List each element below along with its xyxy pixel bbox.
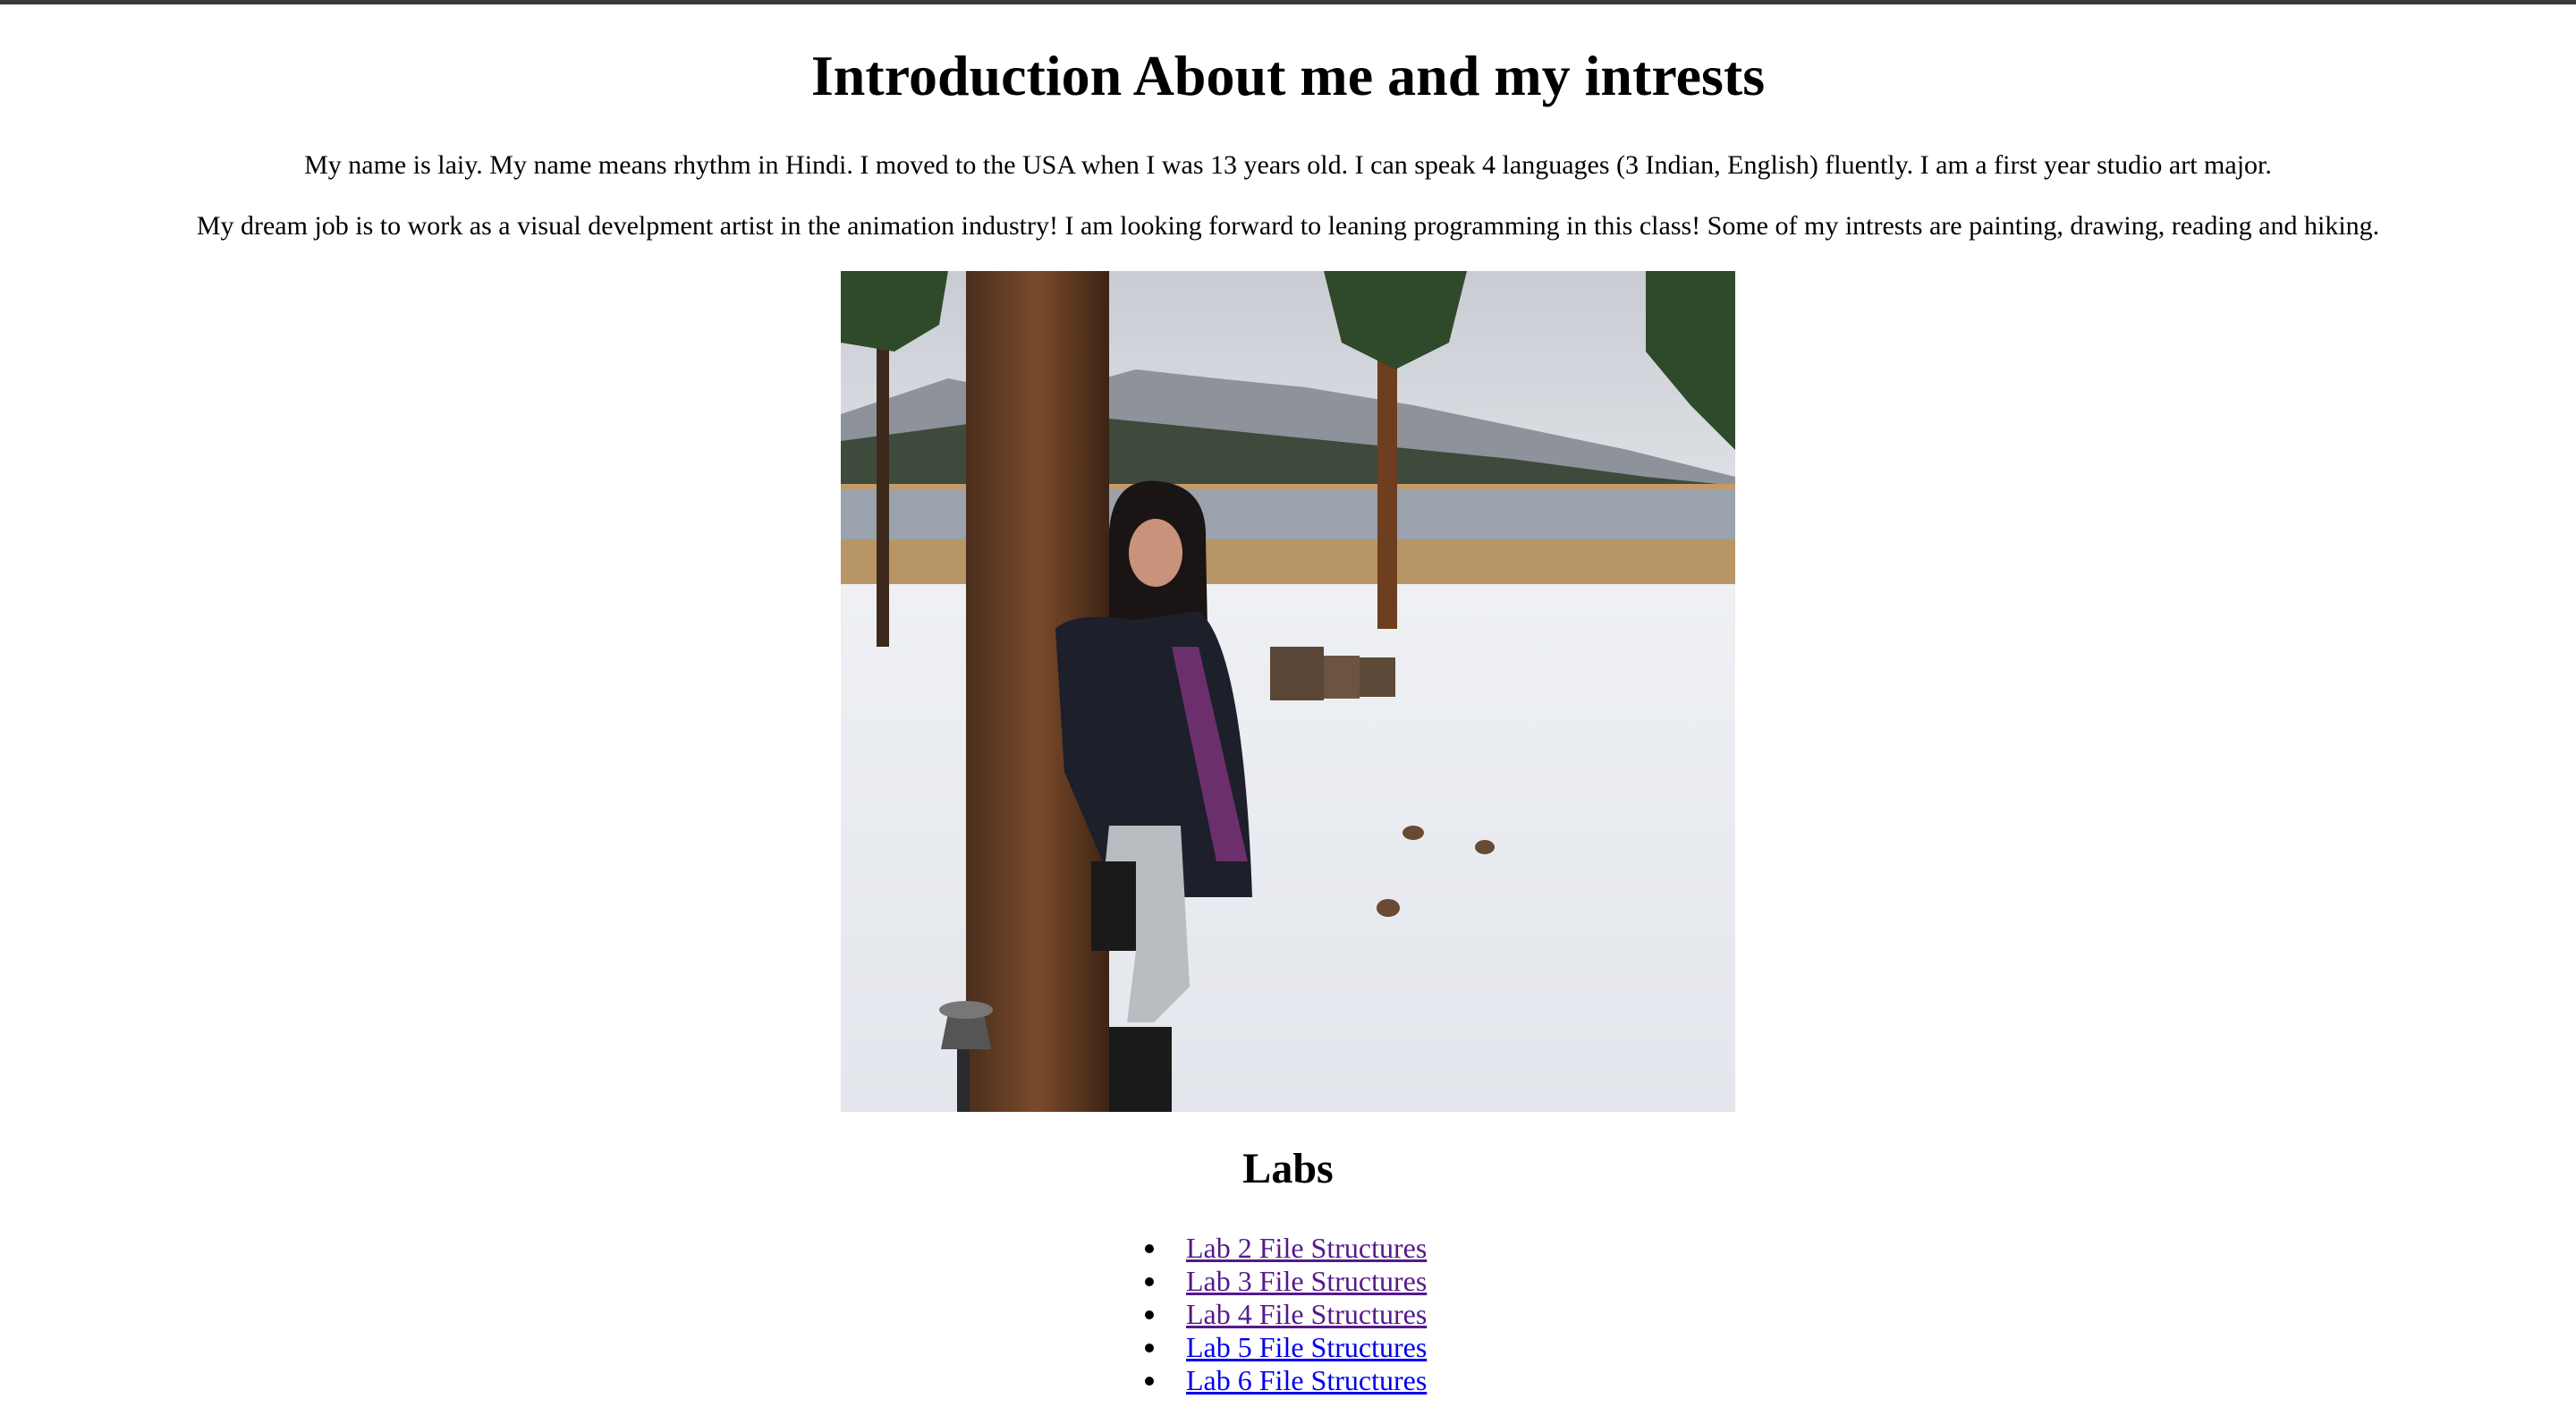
interests-paragraph: My dream job is to work as a visual deve…: [196, 211, 2380, 241]
labs-heading: Labs: [1242, 1145, 1334, 1192]
lab-5-link[interactable]: Lab 5 File Structures: [1186, 1331, 1427, 1363]
lab-2-link[interactable]: Lab 2 File Structures: [1186, 1232, 1427, 1264]
list-item: Lab 4 File Structures: [1145, 1298, 1427, 1331]
profile-photo: [841, 271, 1735, 1112]
page-title: Introduction About me and my intrests: [810, 44, 1766, 107]
lab-6-link[interactable]: Lab 6 File Structures: [1186, 1364, 1427, 1396]
list-item: Lab 2 File Structures: [1145, 1232, 1427, 1265]
bullet-icon: [1145, 1277, 1154, 1286]
bullet-icon: [1145, 1344, 1154, 1352]
bullet-icon: [1145, 1244, 1154, 1253]
list-item: Lab 5 File Structures: [1145, 1331, 1427, 1364]
lab-3-link[interactable]: Lab 3 File Structures: [1186, 1265, 1427, 1297]
labs-list: Lab 2 File Structures Lab 3 File Structu…: [1145, 1232, 1427, 1397]
intro-paragraph: My name is laiy. My name means rhythm in…: [304, 150, 2272, 180]
window-top-border: [0, 0, 2576, 4]
list-item: Lab 3 File Structures: [1145, 1265, 1427, 1298]
lab-4-link[interactable]: Lab 4 File Structures: [1186, 1298, 1427, 1330]
list-item: Lab 6 File Structures: [1145, 1364, 1427, 1397]
bullet-icon: [1145, 1310, 1154, 1319]
bullet-icon: [1145, 1377, 1154, 1386]
